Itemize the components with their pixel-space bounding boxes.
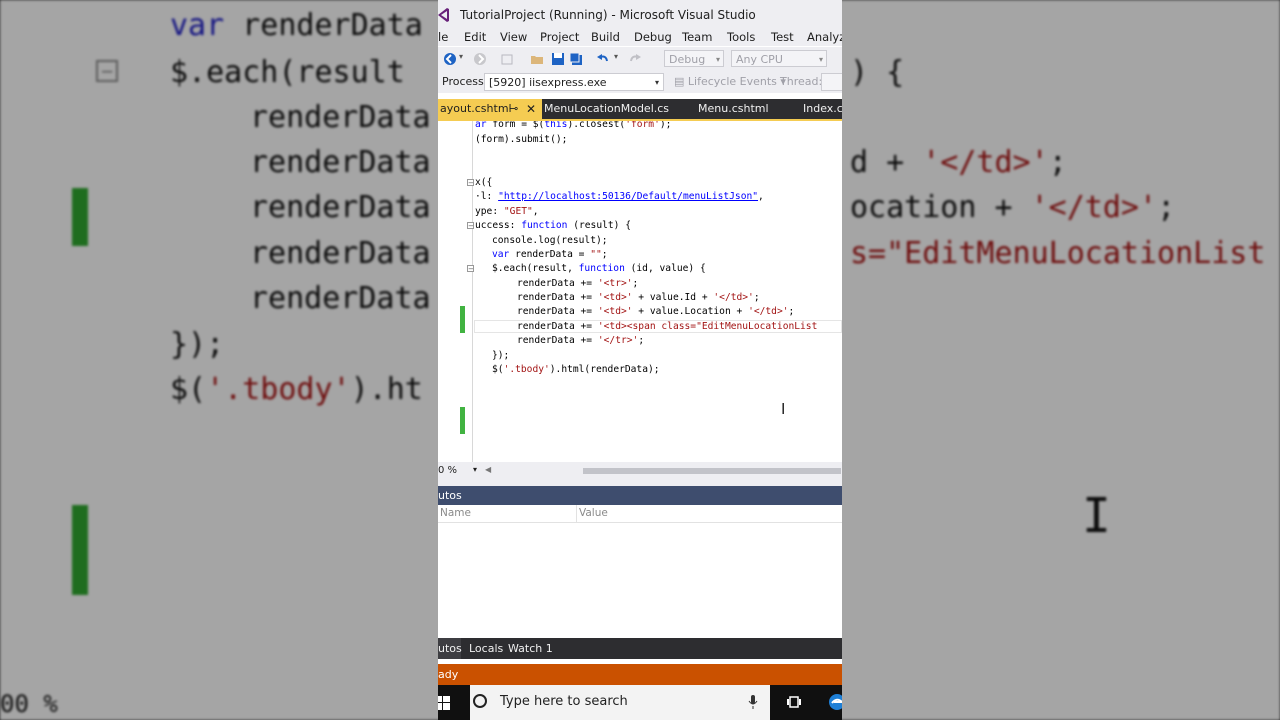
code-line: }); [492,350,510,361]
autos-panel-title: utos [438,486,842,505]
code-editor[interactable]: − − − ar form = $(this).closest('form');… [438,121,842,462]
code-line: ype: "GET", [475,206,539,217]
code-line: renderData += '<tr>'; [517,278,639,289]
status-bar: ady [438,664,842,685]
code-line: renderData += '</tr>'; [517,335,645,346]
thread-select[interactable] [821,73,842,91]
tab-watch-1[interactable]: Watch 1 [508,638,553,659]
save-icon[interactable] [551,52,565,66]
cortana-icon [473,694,487,708]
redo-icon[interactable] [628,52,642,66]
back-dropdown-icon[interactable]: ▾ [459,52,473,66]
menu-edit[interactable]: Edit [464,30,486,44]
autos-grid[interactable]: Name Value [438,505,842,638]
scroll-left-icon[interactable]: ◀ [485,465,491,474]
thread-label: Thread: [780,75,823,88]
menu-debug[interactable]: Debug [634,30,672,44]
menu-tools[interactable]: Tools [727,30,755,44]
microphone-icon[interactable] [748,694,758,710]
column-header-value[interactable]: Value [576,505,608,522]
chevron-down-icon: ▾ [715,55,720,64]
editor-horizontal-scrollbar[interactable]: 0 % ▾ ◀ [438,462,842,480]
windows-start-icon[interactable] [438,696,450,710]
change-tracking-marker [460,407,465,434]
chevron-down-icon: ▾ [654,78,659,87]
save-all-icon[interactable] [569,52,583,66]
lifecycle-events-button[interactable]: ▤ Lifecycle Events ▾ [674,75,786,88]
autos-grid-header: Name Value [438,505,842,523]
debug-window-tabs: utos Locals Watch 1 [438,638,842,659]
undo-dropdown-icon[interactable]: ▾ [614,52,628,66]
visual-studio-logo-icon [438,8,449,22]
new-project-icon[interactable] [500,52,514,66]
code-line: console.log(result); [492,235,608,246]
code-line: x({ [475,177,493,188]
code-line: renderData += '<td><span class="EditMenu… [517,321,818,332]
task-view-icon[interactable] [786,694,802,710]
menu-project[interactable]: Project [540,30,579,44]
fold-collapse-icon[interactable]: − [467,179,474,187]
navigate-forward-icon[interactable] [473,52,487,66]
ibeam-cursor-icon: I [781,400,786,418]
code-line: renderData += '<td>' + value.Id + '</td>… [517,292,760,303]
column-header-name[interactable]: Name [440,505,471,522]
fold-collapse-icon[interactable]: − [467,265,474,273]
menu-build[interactable]: Build [591,30,620,44]
process-label: Process: [442,75,488,88]
menu-bar: le Edit View Project Build Debug Team To… [438,28,842,46]
tab-locals[interactable]: Locals [469,638,503,659]
code-line: uccess: function (result) { [475,220,631,231]
change-tracking-marker [460,306,465,333]
tab-menu-cshtml[interactable]: Menu.cshtml [698,99,769,119]
visual-studio-window: TutorialProject (Running) - Microsoft Vi… [438,0,842,720]
search-placeholder: Type here to search [500,694,628,709]
menu-test[interactable]: Test [771,30,794,44]
chevron-down-icon: ▾ [818,55,823,64]
code-line: $.each(result, function (id, value) { [492,263,706,274]
zoom-level[interactable]: 0 % [438,465,457,476]
document-tabs: ayout.cshtml ⊸ ✕ MenuLocationModel.cs Me… [438,99,842,119]
debug-location-toolbar: Process: [5920] iisexpress.exe ▾ ▤ Lifecy… [438,71,842,93]
editor-gutter-divider [472,121,473,462]
solution-configuration-select[interactable]: Debug ▾ [664,50,724,67]
zoom-dropdown-icon[interactable]: ▾ [473,465,477,474]
tab-menulocationmodel-cs[interactable]: MenuLocationModel.cs [544,99,669,119]
tab-autos[interactable]: utos [438,638,462,659]
fold-collapse-icon[interactable]: − [467,222,474,230]
window-title: TutorialProject (Running) - Microsoft Vi… [460,8,756,22]
status-text: ady [438,668,459,681]
tab-index-cs[interactable]: Index.cs [803,99,842,119]
windows-taskbar: Type here to search [438,685,842,720]
menu-view[interactable]: View [500,30,527,44]
code-line: renderData += '<td>' + value.Location + … [517,306,795,317]
process-select[interactable]: [5920] iisexpress.exe ▾ [484,73,664,91]
code-line: $('.tbody').html(renderData); [492,364,660,375]
close-tab-icon[interactable]: ✕ [526,99,536,119]
title-bar: TutorialProject (Running) - Microsoft Vi… [438,0,842,30]
code-line: var renderData = ""; [492,249,608,260]
solution-platform-select[interactable]: Any CPU ▾ [731,50,827,67]
scrollbar-thumb[interactable] [583,468,841,474]
menu-file[interactable]: le [438,30,448,44]
code-line: ·l: "http://localhost:50136/Default/menu… [475,191,764,202]
pin-tab-icon[interactable]: ⊸ [509,99,518,119]
menu-analyze[interactable]: Analyze [807,30,842,44]
undo-icon[interactable] [596,52,610,66]
open-folder-icon[interactable] [530,52,544,66]
edge-browser-icon[interactable] [828,693,842,711]
code-line: (form).submit(); [475,134,568,145]
standard-toolbar: ▾ ▾ Debug ▾ Any CPU ▾ [438,47,842,71]
code-line: ar form = $(this).closest('form'); [475,121,672,130]
menu-team[interactable]: Team [682,30,712,44]
navigate-back-icon[interactable] [443,52,457,66]
taskbar-search-box[interactable]: Type here to search [470,685,770,720]
